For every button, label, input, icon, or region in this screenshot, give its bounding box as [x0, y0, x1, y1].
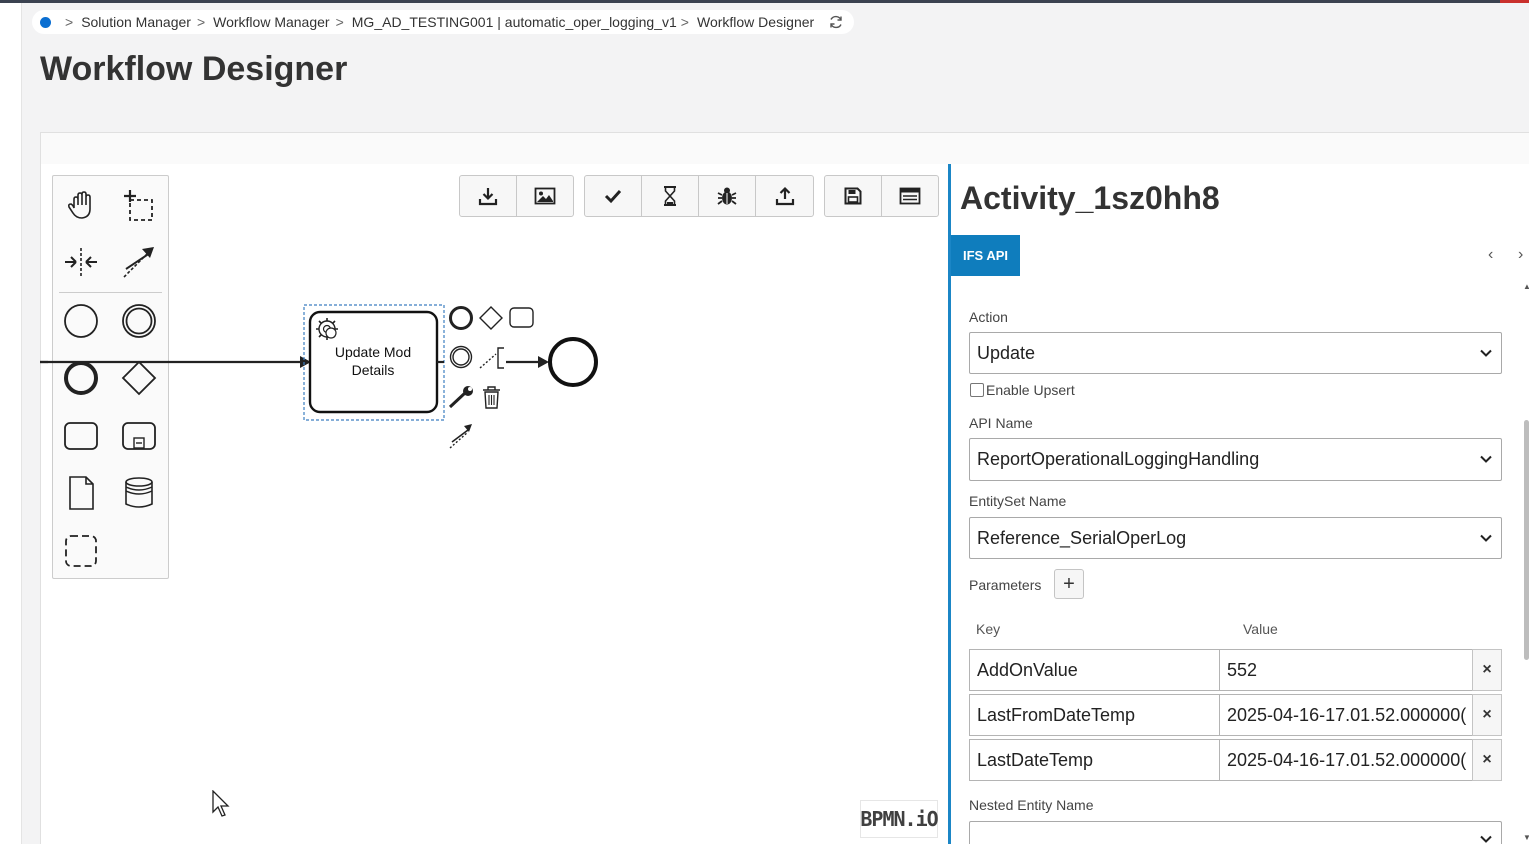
page-title: Workflow Designer: [40, 50, 348, 88]
simulate-button[interactable]: [642, 176, 699, 216]
panel-scrollbar-thumb[interactable]: [1524, 420, 1529, 660]
param-value-input[interactable]: 2025-04-16-17.01.52.000000(: [1219, 694, 1473, 736]
breadcrumb: > Solution Manager > Workflow Manager > …: [32, 10, 855, 34]
chevron-down-icon: [1480, 455, 1492, 463]
remove-parameter-button[interactable]: ×: [1472, 739, 1502, 781]
param-value-input[interactable]: 2025-04-16-17.01.52.000000(: [1219, 739, 1473, 781]
add-parameter-button[interactable]: +: [1054, 569, 1084, 599]
save-button[interactable]: [825, 176, 882, 216]
service-task-update-mod-details[interactable]: Update Mod Details: [308, 310, 439, 414]
validation-toolbar: [584, 175, 814, 217]
param-value-input[interactable]: 552: [1219, 649, 1473, 691]
param-key-input[interactable]: LastFromDateTemp: [969, 694, 1220, 736]
scroll-up-icon[interactable]: ▲: [1523, 282, 1529, 291]
end-event[interactable]: [548, 337, 598, 387]
designer-card-header: [40, 132, 1529, 164]
api-name-select-value: ReportOperationalLoggingHandling: [977, 449, 1260, 469]
nested-entity-select[interactable]: [969, 821, 1502, 844]
action-select[interactable]: Update: [969, 332, 1502, 374]
param-key-input[interactable]: AddOnValue: [969, 649, 1220, 691]
breadcrumb-solution-manager[interactable]: Solution Manager: [81, 14, 191, 30]
home-icon[interactable]: [40, 16, 51, 28]
scroll-down-icon[interactable]: ▼: [1523, 833, 1529, 842]
window-top-accent: [1500, 0, 1529, 3]
task-label-line2: Details: [352, 362, 395, 378]
action-label: Action: [969, 309, 1008, 325]
properties-panel: Activity_1sz0hh8 IFS API ‹ › Action Upda…: [948, 164, 1529, 844]
append-intermediate-event-icon[interactable]: [449, 345, 473, 369]
bug-icon: [717, 187, 737, 205]
panel-icon: [899, 187, 921, 205]
api-name-label: API Name: [969, 415, 1033, 431]
deploy-button[interactable]: [756, 176, 813, 216]
debug-button[interactable]: [699, 176, 756, 216]
nested-entity-label: Nested Entity Name: [969, 797, 1094, 813]
append-gateway-icon[interactable]: [479, 306, 503, 330]
breadcrumb-workflow[interactable]: MG_AD_TESTING001 | automatic_oper_loggin…: [352, 14, 677, 30]
panel-title: Activity_1sz0hh8: [960, 180, 1220, 216]
api-name-select[interactable]: ReportOperationalLoggingHandling: [969, 438, 1502, 481]
trash-icon[interactable]: [483, 386, 500, 409]
breadcrumb-workflow-designer: Workflow Designer: [696, 14, 815, 30]
data-store-icon[interactable]: [119, 473, 159, 513]
properties-panel-toggle-button[interactable]: [882, 176, 939, 216]
parameters-label: Parameters: [969, 577, 1042, 593]
append-task-icon[interactable]: [509, 307, 534, 328]
value-column-header: Value: [1243, 621, 1278, 637]
data-object-icon[interactable]: [61, 473, 101, 513]
upload-icon: [775, 186, 794, 206]
enable-upsert-label: Enable Upsert: [986, 382, 1075, 398]
chevron-down-icon: [1480, 534, 1492, 542]
remove-parameter-button[interactable]: ×: [1472, 649, 1502, 691]
wrench-icon[interactable]: [448, 386, 473, 409]
task-label-line1: Update Mod: [335, 344, 411, 360]
save-toolbar: [824, 175, 939, 217]
refresh-icon[interactable]: [828, 14, 844, 30]
tab-ifs-api[interactable]: IFS API: [951, 235, 1020, 276]
append-end-event-icon[interactable]: [449, 306, 473, 330]
chevron-down-icon: [1480, 349, 1492, 357]
chevron-down-icon: [1480, 835, 1492, 843]
left-nav-strip: [0, 3, 22, 844]
group-icon[interactable]: [61, 531, 101, 571]
chevron-right-icon: >: [65, 14, 74, 30]
enable-upsert-checkbox[interactable]: [970, 383, 984, 397]
entityset-label: EntitySet Name: [969, 493, 1067, 509]
bpmn-io-logo[interactable]: BPMN.iO: [860, 800, 939, 838]
floppy-icon: [844, 187, 862, 205]
chevron-right-icon: >: [335, 14, 344, 30]
check-icon: [604, 189, 622, 204]
incoming-sequence-flow[interactable]: [40, 356, 311, 368]
mouse-cursor-icon: [212, 790, 230, 817]
bpmn-diagram: Update Mod Details: [40, 304, 598, 449]
param-key-input[interactable]: LastDateTemp: [969, 739, 1220, 781]
chevron-right-icon: >: [680, 14, 689, 30]
chevron-right-icon: >: [196, 14, 206, 30]
hourglass-icon: [664, 186, 676, 206]
tab-scroll-left-icon[interactable]: ‹: [1488, 246, 1493, 264]
remove-parameter-button[interactable]: ×: [1472, 694, 1502, 736]
breadcrumb-workflow-manager[interactable]: Workflow Manager: [213, 14, 329, 30]
entityset-select-value: Reference_SerialOperLog: [977, 527, 1187, 548]
key-column-header: Key: [976, 621, 1001, 637]
append-text-annotation-icon[interactable]: [479, 347, 504, 369]
context-pad: [448, 306, 534, 449]
window-top-bar: [0, 0, 1500, 3]
connect-icon[interactable]: [449, 424, 472, 449]
action-select-value: Update: [977, 342, 1036, 363]
tab-scroll-right-icon[interactable]: ›: [1518, 246, 1523, 264]
entityset-select[interactable]: Reference_SerialOperLog: [969, 517, 1502, 559]
